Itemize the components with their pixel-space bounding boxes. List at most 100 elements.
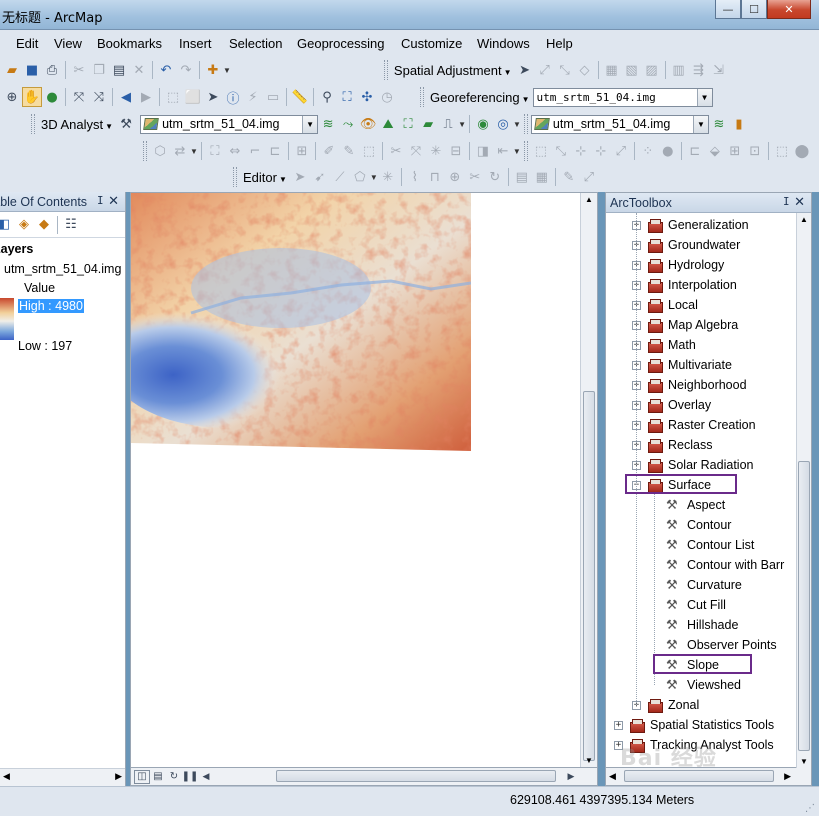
tbx-scroll-down-icon[interactable]: ▼ — [800, 757, 808, 766]
multi-displacement-icon[interactable]: ◇ — [575, 60, 595, 80]
toolset-groundwater[interactable]: + Groundwater — [632, 235, 740, 255]
link-table-icon[interactable]: ▦ — [602, 60, 622, 80]
toc-close-icon[interactable]: ✕ — [108, 193, 119, 209]
maximize-button[interactable]: ☐ — [741, 0, 767, 19]
split-icon[interactable]: ✂ — [465, 167, 485, 187]
toolset-math[interactable]: + Math — [632, 335, 696, 355]
minimize-button[interactable]: — — [715, 0, 741, 19]
toolset-solar-radiation[interactable]: + Solar Radiation — [632, 455, 753, 475]
arcglobe-icon[interactable]: ◎ — [493, 114, 513, 134]
editor-overflow-icon[interactable]: ⤢ — [579, 167, 599, 187]
hscroll-right-icon[interactable]: ▶ — [563, 770, 579, 784]
tool-cut-fill[interactable]: ⚒ Cut Fill — [666, 595, 726, 615]
toolset-generalization[interactable]: + Generalization — [632, 215, 749, 235]
midpoint-icon[interactable]: ✳ — [378, 167, 398, 187]
hyperlink-icon[interactable]: ⚡ — [243, 87, 263, 107]
time-slider-icon[interactable]: ◷ — [377, 87, 397, 107]
paste-icon[interactable]: ▤ — [109, 60, 129, 80]
3d-analyst-menu[interactable]: 3D Analyst ▼ — [38, 117, 116, 132]
spatial-adjustment-menu[interactable]: Spatial Adjustment ▼ — [391, 63, 515, 78]
edit-tool-d-icon[interactable]: ⊏ — [265, 141, 285, 161]
trace-icon[interactable]: ⬠ — [350, 167, 370, 187]
cogo-c-icon[interactable]: ⊹ — [571, 141, 591, 161]
toolset-neighborhood[interactable]: + Neighborhood — [632, 375, 747, 395]
editor-menu[interactable]: Editor ▼ — [240, 170, 290, 185]
layer-utm-srtm[interactable]: utm_srtm_51_04.img — [4, 262, 121, 276]
menu-insert[interactable]: Insert — [179, 36, 212, 51]
sketch-properties-icon[interactable]: ▦ — [532, 167, 552, 187]
cut-polygon-icon[interactable]: ⊕ — [445, 167, 465, 187]
scroll-right-icon[interactable]: ▶ — [115, 771, 122, 782]
hammer-icon[interactable]: ⚒ — [116, 114, 136, 134]
scroll-left-icon[interactable]: ◀ — [3, 771, 10, 782]
layers-group[interactable]: Layers — [0, 242, 33, 256]
tool-curvature[interactable]: ⚒ Curvature — [666, 575, 742, 595]
data-view-icon[interactable]: ◫ — [134, 769, 150, 784]
edit-tool-n-icon[interactable]: ⇤ — [493, 141, 513, 161]
find-route-icon[interactable]: ⛶ — [337, 87, 357, 107]
edit-tool-j-icon[interactable]: ⤧ — [406, 141, 426, 161]
arctoolbox-vertical-scrollbar[interactable]: ▲ ▼ — [796, 213, 811, 768]
tool-hillshade[interactable]: ⚒ Hillshade — [666, 615, 738, 635]
fixed-zoom-in-icon[interactable]: ⤧ — [69, 87, 89, 107]
straight-segment-icon[interactable]: ⟋ — [330, 167, 350, 187]
cogo-d-icon[interactable]: ⊹ — [591, 141, 611, 161]
html-popup-icon[interactable]: ▭ — [263, 87, 283, 107]
open-icon[interactable]: ▰ — [2, 60, 22, 80]
list-by-source-icon[interactable]: ◈ — [14, 215, 34, 235]
measure-icon[interactable]: 📏 — [290, 87, 310, 107]
cogo-j-icon[interactable]: ⊞ — [725, 141, 745, 161]
tool-aspect[interactable]: ⚒ Aspect — [666, 495, 725, 515]
edit-tool-b-icon[interactable]: ⇔ — [225, 141, 245, 161]
georeferencing-menu[interactable]: Georeferencing ▼ — [427, 90, 533, 105]
edit-tool-f-icon[interactable]: ✐ — [319, 141, 339, 161]
menu-bookmarks[interactable]: Bookmarks — [97, 36, 162, 51]
toolset-reclass[interactable]: + Reclass — [632, 435, 712, 455]
select-elements-pointer-icon[interactable]: ➤ — [203, 87, 223, 107]
interpolate-point-icon[interactable]: ⛰ — [378, 114, 398, 134]
tool-viewshed[interactable]: ⚒ Viewshed — [666, 675, 741, 695]
cogo-g-icon[interactable]: ● — [658, 141, 678, 161]
select-elements-icon[interactable]: ➤ — [515, 60, 535, 80]
reshape-icon[interactable]: ⊓ — [425, 167, 445, 187]
toolbox-spatial-statistics[interactable]: + Spatial Statistics Tools — [614, 715, 774, 735]
save-icon[interactable]: ■ — [22, 60, 42, 80]
edit-annotation-icon[interactable]: ➹ — [310, 167, 330, 187]
edge-match-icon[interactable]: ⇶ — [689, 60, 709, 80]
line-of-sight-icon[interactable]: 👁 — [358, 114, 378, 134]
delete-icon[interactable]: ✕ — [129, 60, 149, 80]
cogo-f-icon[interactable]: ⁘ — [638, 141, 658, 161]
arcscene-icon[interactable]: ◉ — [473, 114, 493, 134]
pin-icon[interactable]: ⵊ — [97, 194, 103, 207]
tool-contour[interactable]: ⚒ Contour — [666, 515, 731, 535]
cogo-b-icon[interactable]: ⤡ — [551, 141, 571, 161]
tbx-scroll-right-icon[interactable]: ▶ — [784, 771, 791, 782]
toolset-overlay[interactable]: + Overlay — [632, 395, 711, 415]
route-icon[interactable]: ⇄ — [170, 141, 190, 161]
layout-view-icon[interactable]: ▤ — [150, 770, 166, 784]
scroll-up-icon[interactable]: ▲ — [585, 195, 593, 204]
edit-tool-icon[interactable]: ➤ — [290, 167, 310, 187]
fixed-zoom-out-icon[interactable]: ⤨ — [89, 87, 109, 107]
toolset-local[interactable]: + Local — [632, 295, 698, 315]
menu-windows[interactable]: Windows — [477, 36, 530, 51]
create-features-icon[interactable]: ✎ — [559, 167, 579, 187]
edit-tool-c-icon[interactable]: ⌐ — [245, 141, 265, 161]
edit-tool-m-icon[interactable]: ◨ — [473, 141, 493, 161]
cogo-e-icon[interactable]: ⤢ — [611, 141, 631, 161]
list-by-visibility-icon[interactable]: ◆ — [34, 215, 54, 235]
cogo-a-icon[interactable]: ⬚ — [531, 141, 551, 161]
zoom-in-icon[interactable]: ⊕ — [2, 87, 22, 107]
histogram-icon[interactable]: ▮ — [729, 114, 749, 134]
attribute-transfer-icon[interactable]: ▥ — [669, 60, 689, 80]
edit-tool-a-icon[interactable]: ⛶ — [205, 141, 225, 161]
georeferencing-layer-select[interactable]: utm_srtm_51_04.img ▼ — [532, 87, 713, 107]
edit-tool-k-icon[interactable]: ✳ — [426, 141, 446, 161]
menu-customize[interactable]: Customize — [401, 36, 462, 51]
map-scroll-thumb[interactable] — [583, 391, 595, 761]
menu-selection[interactable]: Selection — [229, 36, 282, 51]
add-data-icon[interactable]: ✚ — [203, 60, 223, 80]
globe-dropdown-icon[interactable]: ▼ — [513, 120, 521, 129]
toolset-zonal[interactable]: + Zonal — [632, 695, 699, 715]
map-view[interactable]: ▲ ▼ — [130, 192, 598, 768]
